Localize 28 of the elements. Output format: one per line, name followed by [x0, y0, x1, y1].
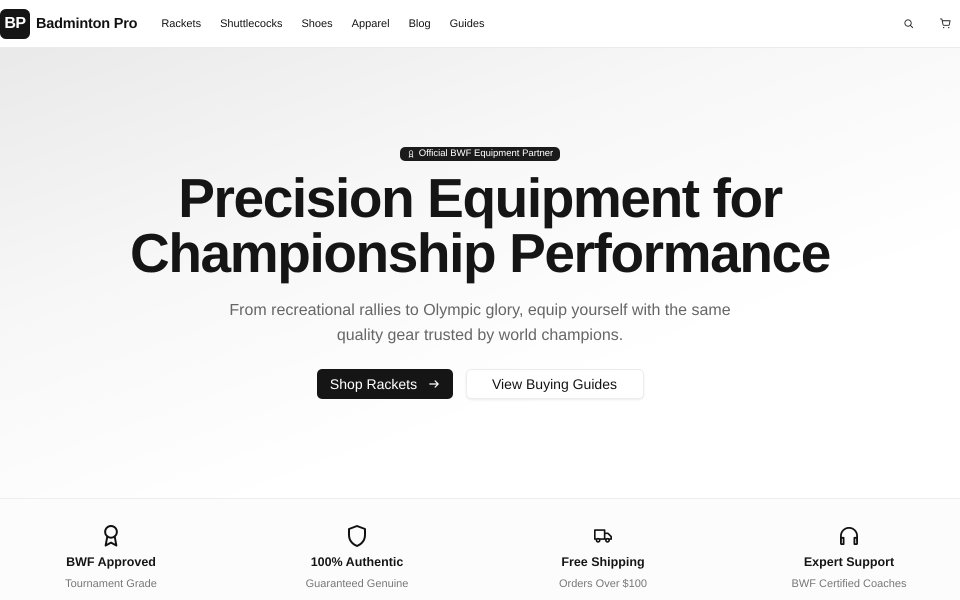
nav-link[interactable]: Guides: [450, 18, 484, 30]
nav-link[interactable]: Rackets: [161, 18, 202, 30]
brand-name-link[interactable]: Badminton Pro: [36, 16, 138, 32]
hero-heading-line: Precision Equipment for: [178, 171, 782, 226]
feature-subtitle: Guaranteed Genuine: [306, 578, 408, 590]
buying-guides-button[interactable]: View Buying Guides: [466, 369, 644, 399]
headphones-icon: [840, 525, 858, 547]
nav-link[interactable]: Blog: [408, 18, 431, 30]
arrow-right-icon: [429, 380, 440, 388]
feature-title: BWF Approved: [66, 555, 156, 569]
feature-subtitle: Tournament Grade: [65, 578, 157, 590]
logo-mark[interactable]: BP: [0, 8, 30, 38]
nav-link[interactable]: Apparel: [352, 18, 390, 30]
feature-title: Free Shipping: [561, 555, 645, 569]
award-ribbon-icon: [102, 525, 120, 547]
shopping-cart-icon[interactable]: [940, 18, 951, 29]
badge-text: Official BWF Equipment Partner: [418, 148, 554, 160]
shield-icon: [348, 525, 366, 547]
feature-subtitle: BWF Certified Coaches: [792, 578, 906, 590]
hero-subtitle: From recreational rallies to Olympic glory, equip yourself with the same quality gear trusted by world champions.: [228, 301, 732, 346]
feature-subtitle: Orders Over $100: [558, 578, 648, 590]
search-icon[interactable]: [903, 18, 914, 29]
feature-title: 100% Authentic: [310, 555, 404, 569]
feature-title: Expert Support: [804, 555, 894, 569]
shop-rackets-button[interactable]: Shop Rackets: [316, 369, 452, 399]
nav-link[interactable]: Shoes: [301, 18, 333, 30]
award-ribbon-icon: [408, 150, 414, 158]
nav-link[interactable]: Shuttlecocks: [220, 18, 282, 30]
